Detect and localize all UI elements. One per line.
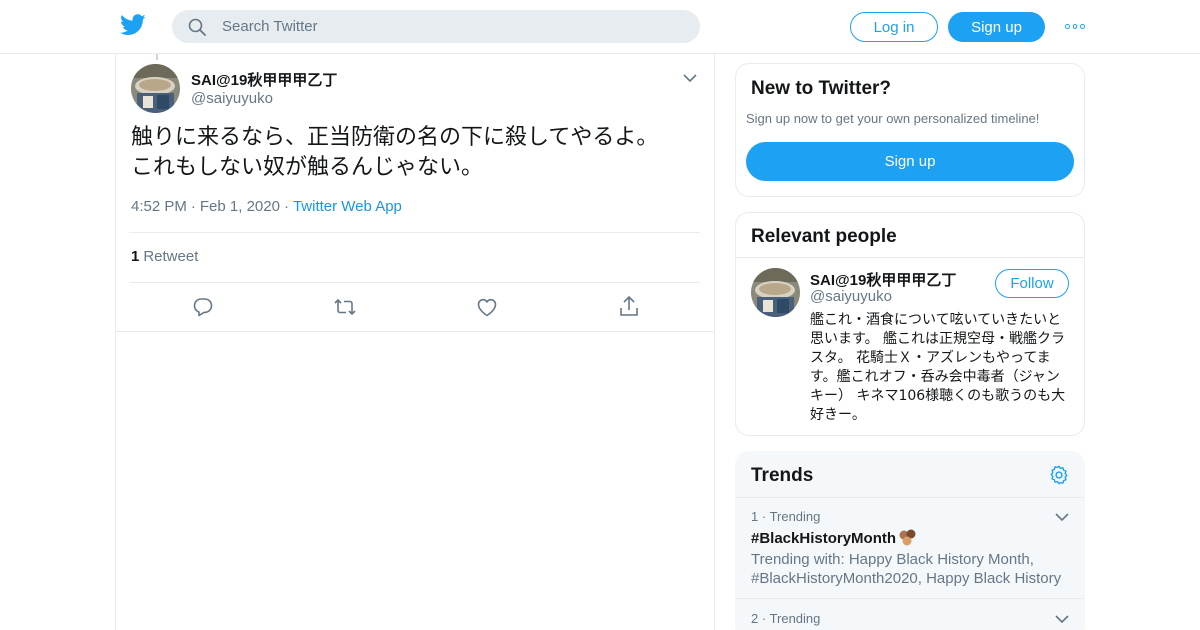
reply-icon[interactable] [191,295,215,319]
chevron-down-icon[interactable] [682,72,698,84]
person-avatar[interactable] [751,268,800,317]
tweet-text-line: これもしない奴が触るんじゃない。 [131,155,484,180]
meta-separator: · [190,198,196,215]
login-button[interactable]: Log in [850,12,938,42]
trend-hashtag: #BlackHistoryMonth [751,529,897,547]
trend-meta: 1 · Trending [751,509,821,524]
thread-connector [156,54,158,60]
person-handle[interactable]: @saiyuyuko [810,288,892,305]
divider [736,598,1084,599]
like-icon[interactable] [475,295,499,319]
search-icon [188,18,206,36]
trend-link[interactable]: #BlackHistoryMonth [751,529,918,547]
tweet-actions [116,295,714,321]
tweet-source-link[interactable]: Twitter Web App [293,198,402,215]
meta-separator: · [283,198,289,215]
gear-icon[interactable] [1048,464,1070,486]
signup-card-button[interactable]: Sign up [746,142,1074,181]
retweet-icon[interactable] [333,295,357,319]
card-title: New to Twitter? [751,78,892,99]
trend-rank: 1 [751,509,759,524]
divider [736,497,1084,498]
signup-button[interactable]: Sign up [948,12,1045,42]
trends-card: Trends 1 · Trending #BlackHistoryMonth T… [735,451,1085,630]
divider [129,282,700,283]
search-input[interactable] [222,10,682,43]
divider [129,232,700,233]
card-title: Relevant people [751,226,897,247]
follow-button[interactable]: Follow [995,269,1069,298]
author-handle[interactable]: @saiyuyuko [191,90,273,107]
author-name[interactable]: SAI@19秋甲甲甲乙丁 [191,69,337,90]
search-box[interactable] [172,10,700,43]
retweet-count: 1 [131,248,140,265]
chevron-down-icon[interactable] [1054,511,1070,523]
trend-context: Trending with: Happy Black History Month… [751,551,1062,587]
retweet-label: Retweet [143,248,199,265]
avatar[interactable] [131,64,180,113]
person-name[interactable]: SAI@19秋甲甲甲乙丁 [810,269,956,290]
relevant-people-card: Relevant people SAI@19秋甲甲甲乙丁 @saiyuyuko … [735,212,1085,436]
chevron-down-icon[interactable] [1054,613,1070,625]
tweet-metadata: 4:52 PM · Feb 1, 2020 · Twitter Web App [131,198,402,215]
trend-label: Trending [769,611,821,626]
top-navigation-bar: Log in Sign up [0,0,1200,54]
person-bio: 艦これ・酒食について呟いていきたいと思います。 艦これは正規空母・戦艦クラスタ。… [810,312,1066,423]
raised-fists-emoji-icon [899,529,916,546]
tweet-date[interactable]: Feb 1, 2020 [200,198,280,215]
twitter-bird-icon[interactable] [120,14,146,36]
tweet-text-line: 触りに来るなら、正当防衛の名の下に殺してやるよ。 [131,125,659,150]
divider [116,331,714,332]
divider [736,257,1084,258]
tweet-column: SAI@19秋甲甲甲乙丁 @saiyuyuko 触りに来るなら、正当防衛の名の下… [115,54,715,630]
trend-rank: 2 [751,611,759,626]
card-subtitle: Sign up now to get your own personalized… [746,111,1040,126]
trend-label: Trending [769,509,821,524]
tweet-text: 触りに来るなら、正当防衛の名の下に殺してやるよ。 これもしない奴が触るんじゃない… [131,123,701,183]
tweet-time[interactable]: 4:52 PM [131,198,187,215]
share-icon[interactable] [617,295,641,319]
retweet-stats[interactable]: 1 Retweet [131,248,198,265]
more-dots-icon[interactable] [1065,20,1086,32]
card-title: Trends [751,465,814,486]
new-to-twitter-card: New to Twitter? Sign up now to get your … [735,63,1085,197]
trend-meta: 2 · Trending [751,611,821,626]
